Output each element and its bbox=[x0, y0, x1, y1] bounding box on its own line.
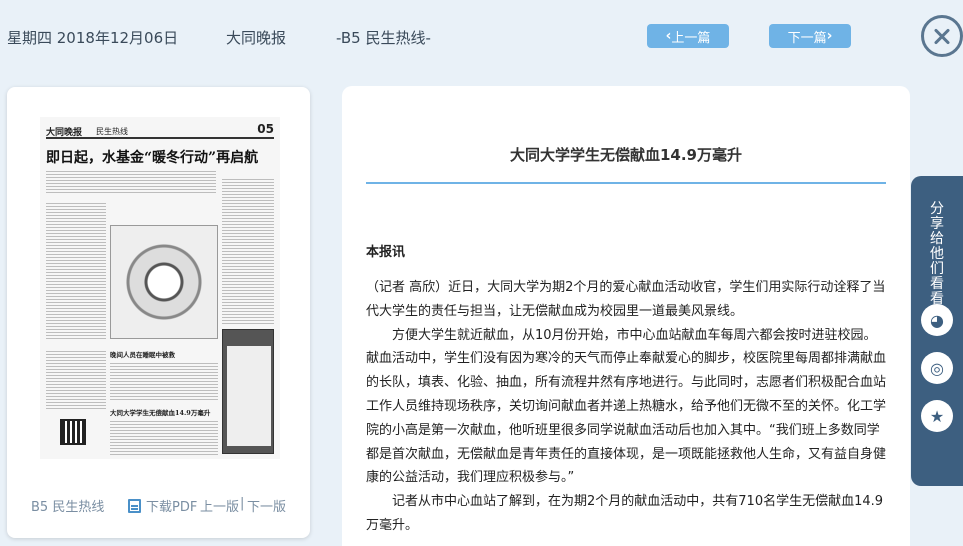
wechat-icon[interactable]: ◕ bbox=[921, 304, 953, 336]
page-footer: B5 民生热线 下载PDF 上一版 | 下一版 bbox=[7, 496, 310, 516]
article-title: 大同大学学生无偿献血14.9万毫升 bbox=[509, 146, 742, 164]
title-divider bbox=[366, 182, 886, 184]
newspaper-name: 大同晚报 bbox=[226, 29, 287, 47]
weibo-icon[interactable]: ◎ bbox=[921, 352, 953, 384]
thumbnail-logo: 大同晚报 bbox=[46, 128, 83, 138]
page-label: B5 民生热线 bbox=[31, 500, 105, 515]
close-icon[interactable] bbox=[921, 15, 963, 57]
article-body: （记者 高欣）近日，大同大学为期2个月的爱心献血活动收官，学生们用实际行动诠释了… bbox=[366, 276, 886, 538]
thumbnail-text-block bbox=[46, 169, 216, 193]
chevron-right-icon: › bbox=[826, 28, 833, 44]
thumbnail-infographic bbox=[110, 225, 218, 339]
page-preview-card: 大同晚报 民生热线 05 即日起，水基金“暖冬行动”再启航 晚间人员在睡眠中被救… bbox=[7, 87, 310, 538]
thumbnail-text-block bbox=[110, 419, 218, 455]
newspaper-page-thumbnail[interactable]: 大同晚报 民生热线 05 即日起，水基金“暖冬行动”再启航 晚间人员在睡眠中被救… bbox=[40, 117, 280, 459]
thumbnail-text-block bbox=[46, 201, 106, 341]
issue-date: 星期四 2018年12月06日 bbox=[7, 29, 179, 47]
article-paragraph: （记者 高欣）近日，大同大学为期2个月的爱心献血活动收官，学生们用实际行动诠释了… bbox=[366, 280, 886, 319]
download-pdf-link[interactable]: 下载PDF bbox=[128, 496, 197, 515]
article-paragraph: 方便大学生就近献血，从10月份开始，市中心血站献血车每周六都会按时进驻校园。献血… bbox=[366, 327, 887, 486]
thumbnail-text-block bbox=[222, 177, 274, 325]
next-page-link[interactable]: 下一版 bbox=[247, 496, 286, 515]
next-article-button[interactable]: 下一篇 › bbox=[769, 24, 851, 48]
prev-page-link[interactable]: 上一版 bbox=[200, 496, 239, 515]
thumbnail-subheadline: 大同大学学生无偿献血14.9万毫升 bbox=[110, 409, 211, 417]
thumbnail-page-number: 05 bbox=[257, 122, 274, 136]
thumbnail-subheadline: 晚间人员在睡眠中被救 bbox=[110, 351, 175, 359]
thumbnail-text-block bbox=[110, 361, 218, 401]
article-lead: 本报讯 bbox=[366, 245, 406, 260]
link-separator: | bbox=[240, 496, 245, 511]
page-section: -B5 民生热线- bbox=[336, 29, 431, 47]
thumbnail-section: 民生热线 bbox=[96, 127, 128, 136]
thumbnail-text-block bbox=[46, 349, 106, 409]
thumbnail-sidebar-box bbox=[222, 329, 274, 454]
download-pdf-label: 下载PDF bbox=[146, 500, 198, 515]
share-label: 分享给他们看看 bbox=[930, 201, 944, 307]
document-icon bbox=[128, 498, 141, 513]
favorite-star-icon[interactable]: ★ bbox=[921, 400, 953, 432]
thumbnail-qr-code bbox=[60, 419, 86, 445]
share-panel: 分享给他们看看 ◕ ◎ ★ bbox=[911, 176, 963, 486]
thumbnail-headline: 即日起，水基金“暖冬行动”再启航 bbox=[46, 150, 259, 166]
prev-article-button[interactable]: ‹ 上一篇 bbox=[647, 24, 729, 48]
top-bar: 星期四 2018年12月06日 大同晚报 -B5 民生热线- ‹ 上一篇 下一篇… bbox=[0, 0, 963, 75]
prev-article-label: 上一篇 bbox=[671, 30, 711, 46]
article-panel: 大同大学学生无偿献血14.9万毫升 本报讯 （记者 高欣）近日，大同大学为期2个… bbox=[342, 86, 910, 546]
next-article-label: 下一篇 bbox=[787, 30, 827, 46]
thumbnail-masthead: 大同晚报 民生热线 05 bbox=[46, 122, 274, 139]
article-paragraph: 记者从市中心血站了解到，在为期2个月的献血活动中，共有710名学生无偿献血14.… bbox=[366, 494, 884, 533]
